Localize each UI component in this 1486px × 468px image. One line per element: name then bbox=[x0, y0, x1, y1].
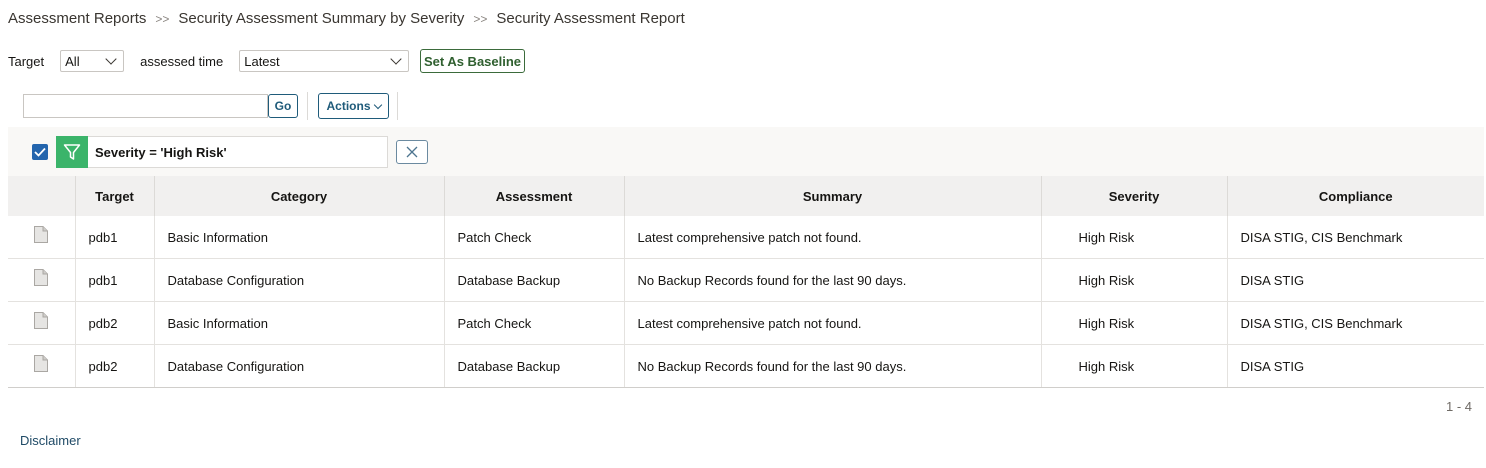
cell-severity: High Risk bbox=[1040, 216, 1227, 259]
column-header-summary[interactable]: Summary bbox=[623, 176, 1041, 216]
clear-filter-button[interactable] bbox=[396, 140, 428, 164]
breadcrumb-separator: >> bbox=[473, 12, 488, 26]
chevron-down-icon bbox=[105, 53, 117, 65]
cell-assessment: Database Backup bbox=[443, 344, 624, 388]
filter-condition[interactable]: Severity = 'High Risk' bbox=[88, 136, 388, 168]
assessed-time-select[interactable]: Latest bbox=[239, 50, 410, 72]
cell-category: Database Configuration bbox=[153, 258, 444, 302]
close-icon bbox=[406, 146, 418, 158]
cell-category: Basic Information bbox=[153, 301, 444, 345]
cell-summary: No Backup Records found for the last 90 … bbox=[623, 258, 1041, 302]
chevron-down-icon bbox=[373, 100, 382, 109]
disclaimer-link[interactable]: Disclaimer bbox=[20, 433, 81, 448]
cell-summary: Latest comprehensive patch not found. bbox=[623, 301, 1041, 345]
breadcrumb-summary-by-severity[interactable]: Security Assessment Summary by Severity bbox=[178, 10, 464, 27]
assessed-time-label: assessed time bbox=[140, 53, 224, 69]
cell-assessment: Database Backup bbox=[443, 258, 624, 302]
target-label: Target bbox=[8, 53, 45, 69]
funnel-icon bbox=[56, 136, 88, 168]
target-select[interactable]: All bbox=[60, 50, 125, 72]
table-row[interactable]: pdb1 Basic Information Patch Check Lates… bbox=[8, 216, 1484, 259]
row-detail-cell[interactable] bbox=[8, 258, 75, 302]
column-header-target[interactable]: Target bbox=[74, 176, 154, 216]
filter-enabled-checkbox[interactable] bbox=[32, 144, 48, 160]
cell-target: pdb1 bbox=[74, 258, 154, 302]
column-header-category[interactable]: Category bbox=[153, 176, 444, 216]
document-icon[interactable] bbox=[34, 268, 49, 286]
checkmark-icon bbox=[34, 147, 46, 157]
cell-compliance: DISA STIG, CIS Benchmark bbox=[1226, 216, 1484, 259]
go-button[interactable]: Go bbox=[268, 94, 298, 118]
cell-summary: Latest comprehensive patch not found. bbox=[623, 216, 1041, 259]
column-header-severity[interactable]: Severity bbox=[1040, 176, 1227, 216]
row-detail-cell[interactable] bbox=[8, 216, 75, 259]
cell-compliance: DISA STIG bbox=[1226, 344, 1484, 388]
cell-assessment: Patch Check bbox=[443, 216, 624, 259]
cell-severity: High Risk bbox=[1040, 301, 1227, 345]
table-header-row: Target Category Assessment Summary Sever… bbox=[8, 176, 1484, 216]
cell-severity: High Risk bbox=[1040, 344, 1227, 388]
column-header-compliance[interactable]: Compliance bbox=[1226, 176, 1484, 216]
actions-label: Actions bbox=[326, 99, 371, 113]
assessed-time-select-value: Latest bbox=[244, 53, 280, 69]
actions-menu-button[interactable]: Actions bbox=[318, 93, 389, 119]
chevron-down-icon bbox=[390, 53, 402, 65]
pagination-range: 1 - 4 bbox=[1445, 399, 1472, 414]
cell-target: pdb2 bbox=[74, 301, 154, 345]
cell-assessment: Patch Check bbox=[443, 301, 624, 345]
breadcrumb-assessment-reports[interactable]: Assessment Reports bbox=[8, 10, 146, 27]
assessment-results-table: Target Category Assessment Summary Sever… bbox=[8, 176, 1484, 388]
cell-compliance: DISA STIG, CIS Benchmark bbox=[1226, 301, 1484, 345]
table-row[interactable]: pdb2 Basic Information Patch Check Lates… bbox=[8, 301, 1484, 345]
report-filters: Target All assessed time Latest bbox=[8, 49, 410, 73]
search-input[interactable] bbox=[23, 94, 268, 118]
table-row[interactable]: pdb1 Database Configuration Database Bac… bbox=[8, 258, 1484, 302]
column-header-icon bbox=[8, 176, 75, 216]
row-detail-cell[interactable] bbox=[8, 301, 75, 345]
set-as-baseline-button[interactable]: Set As Baseline bbox=[420, 49, 525, 73]
document-icon[interactable] bbox=[34, 311, 49, 329]
document-icon[interactable] bbox=[34, 354, 49, 372]
cell-target: pdb2 bbox=[74, 344, 154, 388]
target-select-value: All bbox=[65, 53, 80, 69]
toolbar-divider bbox=[307, 92, 308, 120]
cell-compliance: DISA STIG bbox=[1226, 258, 1484, 302]
cell-target: pdb1 bbox=[74, 216, 154, 259]
breadcrumb-current-page: Security Assessment Report bbox=[496, 10, 685, 27]
column-header-assessment[interactable]: Assessment bbox=[443, 176, 624, 216]
cell-category: Basic Information bbox=[153, 216, 444, 259]
breadcrumb-separator: >> bbox=[155, 12, 170, 26]
breadcrumb: Assessment Reports >> Security Assessment … bbox=[8, 10, 685, 27]
toolbar-divider bbox=[397, 92, 398, 120]
cell-summary: No Backup Records found for the last 90 … bbox=[623, 344, 1041, 388]
cell-category: Database Configuration bbox=[153, 344, 444, 388]
document-icon[interactable] bbox=[34, 225, 49, 243]
table-row[interactable]: pdb2 Database Configuration Database Bac… bbox=[8, 344, 1484, 388]
row-detail-cell[interactable] bbox=[8, 344, 75, 388]
cell-severity: High Risk bbox=[1040, 258, 1227, 302]
